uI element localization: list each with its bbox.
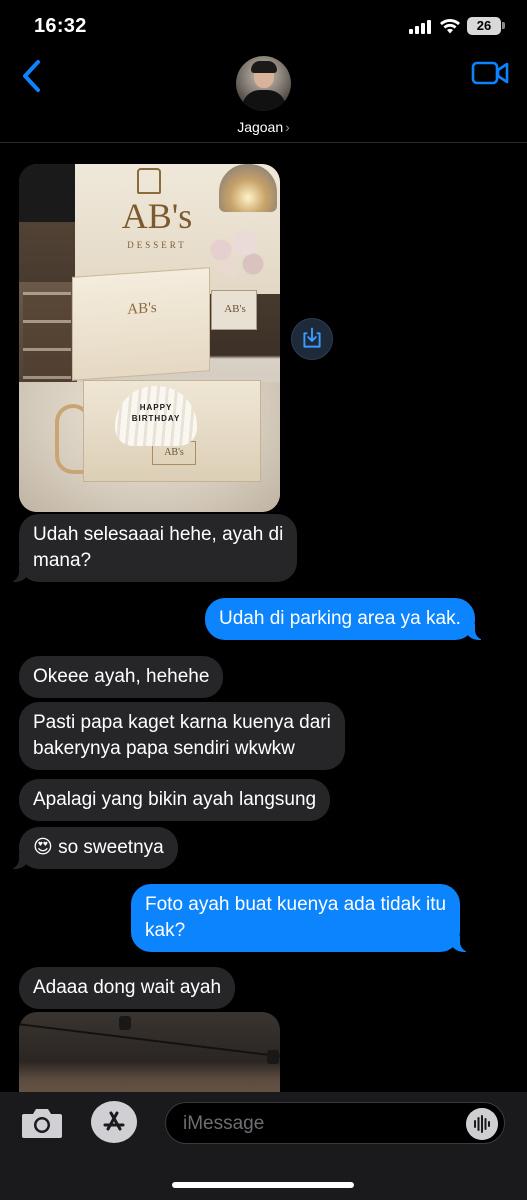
cake-logo-icon <box>137 168 161 194</box>
bag-logo: AB's <box>224 303 246 315</box>
cellular-signal-icon <box>409 20 431 34</box>
message-input[interactable]: iMessage <box>165 1102 505 1144</box>
box-lid: AB's <box>72 267 210 381</box>
message-text: 😍 so sweetnya <box>33 837 164 858</box>
message-text: Adaaa dong wait ayah <box>33 977 222 998</box>
message-text: Okeee ayah, hehehe <box>33 666 210 687</box>
store-logo: AB's <box>121 196 193 236</box>
wifi-icon <box>440 19 460 34</box>
app-store-button[interactable] <box>91 1101 137 1143</box>
pendant-lamp <box>219 164 277 212</box>
cake-text: HAPPY BIRTHDAY <box>115 402 197 424</box>
download-button[interactable] <box>291 318 333 360</box>
battery-indicator: 26 <box>467 17 501 35</box>
video-call-button[interactable] <box>471 60 509 86</box>
ceiling-rail <box>19 1022 280 1060</box>
message-text: Apalagi yang bikin ayah langsung <box>33 789 317 810</box>
message-bubble-outgoing[interactable]: Foto ayah buat kuenya ada tidak itu kak? <box>131 884 471 952</box>
battery-cap <box>502 22 505 29</box>
cake-photo-attachment[interactable]: AB's DESSERT AB's AB's AB's HAPPY BIRTHD… <box>19 164 280 512</box>
message-bubble-incoming[interactable]: Okeee ayah, hehehe <box>19 656 224 698</box>
box-lid-logo: AB's <box>127 299 157 318</box>
message-text: Foto ayah buat kuenya ada tidak itu <box>145 894 447 915</box>
cake-text-line2: BIRTHDAY <box>131 414 181 423</box>
message-bubble-outgoing[interactable]: Udah di parking area ya kak. <box>205 598 485 640</box>
cake-text-line1: HAPPY <box>139 403 173 412</box>
message-text: Udah di parking area ya kak. <box>219 608 461 629</box>
menu-board <box>19 164 75 222</box>
camera-button[interactable] <box>20 1105 64 1141</box>
message-text: Udah selesaaai hehe, ayah di <box>33 524 284 545</box>
message-bubble-incoming[interactable]: Adaaa dong wait ayah <box>19 967 236 1009</box>
spotlight <box>119 1016 131 1030</box>
store-logo-subtitle: DESSERT <box>127 240 187 250</box>
audio-message-button[interactable] <box>466 1108 498 1140</box>
status-time: 16:32 <box>34 15 87 37</box>
app-store-icon <box>103 1111 125 1131</box>
header-divider <box>0 142 527 143</box>
avatar[interactable] <box>236 56 291 111</box>
message-bubble-incoming[interactable]: Udah selesaaai hehe, ayah di mana? <box>8 514 298 582</box>
message-text: mana? <box>33 550 92 571</box>
message-text: kak? <box>145 920 186 941</box>
home-indicator <box>172 1182 354 1188</box>
back-button[interactable] <box>18 58 48 94</box>
message-bubble-incoming[interactable]: Pasti papa kaget karna kuenya dari baker… <box>19 702 345 770</box>
message-bubble-incoming[interactable]: 😍 so sweetnya <box>9 827 178 869</box>
contact-name-link[interactable]: Jagoan › <box>0 119 527 135</box>
chevron-right-icon: › <box>285 119 290 135</box>
message-input-placeholder: iMessage <box>183 1113 265 1134</box>
message-bubble-incoming[interactable]: Apalagi yang bikin ayah langsung <box>19 779 331 821</box>
message-text: Pasti papa kaget karna kuenya dari <box>33 712 331 733</box>
status-bar: 16:32 26 <box>0 0 527 50</box>
shopping-bag: AB's <box>211 290 257 330</box>
spotlight <box>267 1050 279 1064</box>
contact-name: Jagoan <box>237 119 284 135</box>
message-text: bakerynya papa sendiri wkwkw <box>33 738 295 759</box>
